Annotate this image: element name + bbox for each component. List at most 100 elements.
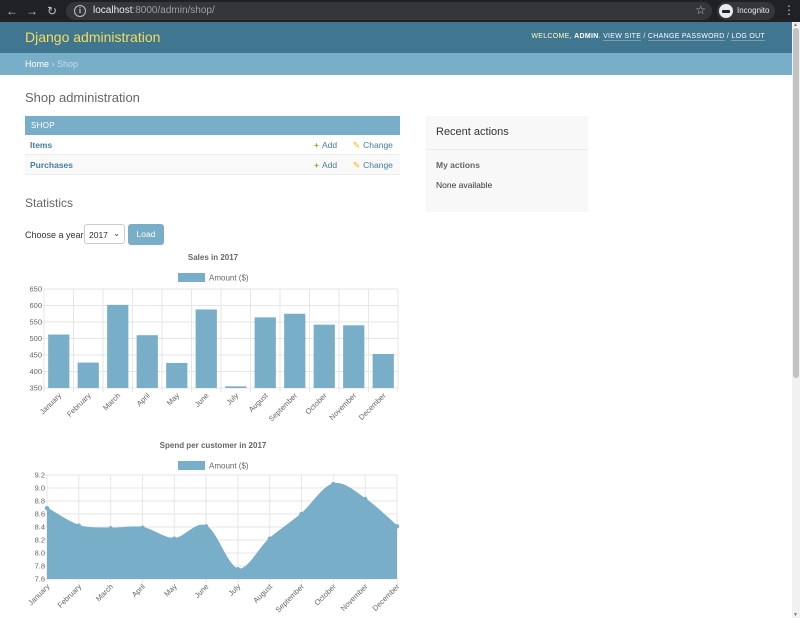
y-tick-label: 8.2 [35, 536, 45, 545]
welcome-text: WELCOME, [531, 33, 572, 40]
bookmark-star-icon[interactable]: ☆ [695, 3, 706, 17]
scroll-down-icon[interactable]: ▼ [793, 612, 798, 618]
x-tick-label: June [193, 391, 211, 409]
x-tick-label: February [65, 391, 93, 419]
back-icon[interactable]: ← [4, 3, 20, 19]
browser-menu-icon[interactable]: ⋮ [783, 3, 795, 17]
change-label: Change [363, 140, 393, 150]
url-path: :8000/admin/shop/ [132, 5, 215, 16]
plus-icon: + [314, 160, 319, 170]
y-tick-label: 600 [29, 301, 42, 310]
bar [166, 362, 188, 388]
change-label: Change [363, 160, 393, 170]
site-branding[interactable]: Django administration [25, 29, 160, 45]
incognito-badge[interactable]: Incognito [717, 2, 775, 20]
incognito-icon [719, 4, 733, 18]
bar [107, 304, 129, 388]
x-tick-label: March [101, 391, 122, 412]
pencil-icon: ✎ [353, 160, 361, 170]
x-tick-label: September [267, 391, 300, 424]
add-label: Add [321, 140, 338, 150]
x-tick-label: January [38, 391, 63, 416]
module-caption[interactable]: SHOP [25, 116, 400, 135]
x-tick-label: September [274, 582, 307, 615]
bar [48, 334, 70, 388]
data-point [235, 567, 241, 572]
change-purchases-link[interactable]: ✎ Change [353, 160, 393, 171]
data-point [203, 524, 209, 529]
x-tick-label: December [357, 391, 388, 422]
data-point [140, 525, 145, 530]
bar [254, 317, 276, 388]
breadcrumb: Home › Shop [0, 53, 792, 75]
x-tick-label: January [26, 582, 51, 607]
x-tick-label: April [130, 582, 147, 599]
scroll-thumb[interactable] [793, 28, 799, 378]
browser-toolbar: ← → ↻ i localhost:8000/admin/shop/ ☆ Inc… [0, 0, 800, 22]
legend-label: Amount ($) [209, 274, 249, 283]
x-tick-label: October [303, 391, 329, 417]
model-link-purchases[interactable]: Purchases [30, 160, 73, 170]
y-tick-label: 400 [29, 367, 42, 376]
x-tick-label: August [247, 390, 271, 414]
x-tick-label: November [339, 582, 370, 613]
model-row-items: Items + Add ✎ Change [25, 135, 400, 155]
sales-bar-chart: Sales in 2017 Amount ($) 350 400 450 500 550… [29, 253, 399, 424]
bar [195, 309, 217, 388]
site-info-icon[interactable]: i [74, 5, 86, 17]
x-tick-label: May [162, 582, 179, 599]
y-tick-label: 550 [29, 318, 42, 327]
statistics-title: Statistics [25, 196, 74, 210]
model-link-items[interactable]: Items [30, 140, 52, 150]
data-point [76, 523, 82, 528]
bar [136, 335, 158, 388]
x-tick-label: February [56, 582, 84, 610]
data-point [108, 526, 113, 531]
data-point [299, 511, 304, 517]
recent-actions-empty: None available [436, 180, 493, 190]
load-button[interactable]: Load [128, 224, 164, 245]
page-scrollbar[interactable]: ▲ ▼ [792, 22, 800, 618]
username: ADMIN [574, 33, 599, 40]
legend-label: Amount ($) [209, 462, 249, 471]
x-tick-label: August [251, 581, 275, 605]
change-items-link[interactable]: ✎ Change [353, 140, 393, 151]
y-tick-label: 7.8 [35, 562, 45, 571]
forward-icon[interactable]: → [24, 3, 40, 19]
model-row-purchases: Purchases + Add ✎ Change [25, 155, 400, 175]
y-tick-label: 9.2 [35, 471, 45, 480]
address-bar[interactable]: i localhost:8000/admin/shop/ ☆ [66, 2, 712, 20]
url-text[interactable]: localhost:8000/admin/shop/ [93, 5, 215, 16]
recent-actions-title: Recent actions [426, 116, 588, 150]
legend-swatch [178, 461, 205, 470]
change-password-link[interactable]: CHANGE PASSWORD [647, 33, 725, 41]
x-tick-label: November [327, 391, 358, 422]
breadcrumb-home[interactable]: Home [25, 59, 49, 69]
x-tick-label: June [193, 582, 211, 600]
y-tick-label: 500 [29, 334, 42, 343]
bar [284, 313, 306, 388]
add-purchases-link[interactable]: + Add [314, 160, 337, 170]
legend-swatch [178, 273, 205, 282]
year-label: Choose a year: [25, 230, 87, 240]
chart-title: Sales in 2017 [188, 253, 239, 262]
x-tick-label: July [227, 582, 243, 598]
add-items-link[interactable]: + Add [314, 140, 337, 150]
y-tick-label: 8.0 [35, 549, 45, 558]
bar [343, 325, 365, 388]
view-site-link[interactable]: VIEW SITE [603, 33, 642, 41]
y-tick-label: 350 [29, 384, 42, 393]
data-point [362, 496, 368, 502]
x-tick-label: May [165, 391, 182, 408]
year-select[interactable]: 2017 ⌄ [84, 224, 125, 244]
log-out-link[interactable]: LOG OUT [731, 33, 765, 41]
separator: / [726, 33, 730, 40]
separator: / [643, 33, 646, 40]
y-tick-label: 9.0 [35, 484, 45, 493]
bar [77, 362, 99, 388]
my-actions-heading: My actions [436, 160, 480, 170]
y-tick-label: 7.6 [35, 575, 45, 584]
x-tick-label: December [371, 582, 402, 613]
reload-icon[interactable]: ↻ [44, 3, 60, 19]
chart-title: Spend per customer in 2017 [160, 441, 267, 450]
